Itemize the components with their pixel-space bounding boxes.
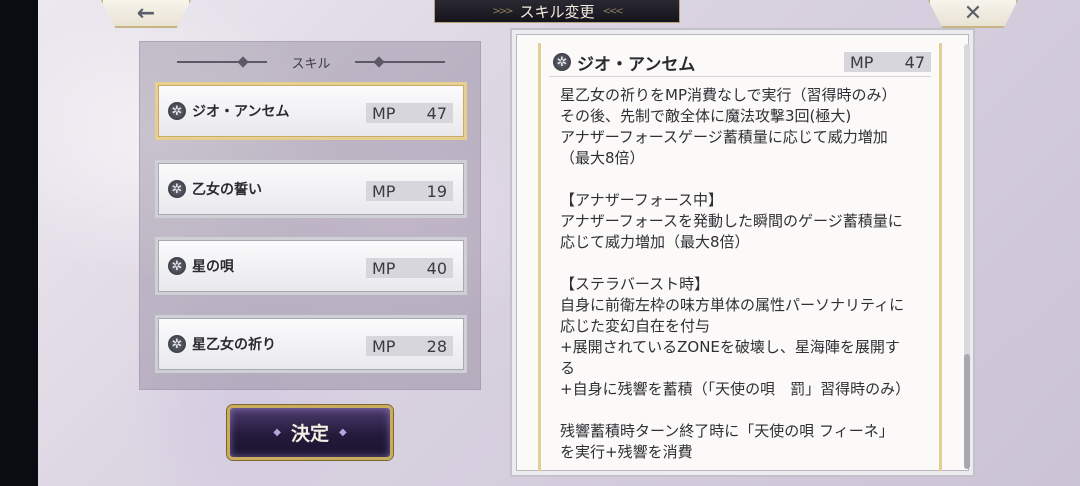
confirm-ornament-right-icon: ◆	[339, 427, 347, 438]
description-line	[560, 400, 935, 421]
skill-name: 乙女の誓い	[192, 182, 262, 198]
skill-item-star-song[interactable]: ✲ 星の唄 MP 40	[155, 237, 467, 295]
title-bar: >>> スキル変更 <<<	[434, 0, 680, 23]
skill-name: 星乙女の祈り	[192, 337, 276, 353]
screen-edge	[0, 0, 38, 486]
mp-value: 28	[426, 336, 447, 356]
description-line	[560, 169, 935, 190]
mp-value: 40	[426, 258, 447, 278]
description-line: を実行+残響を消費	[560, 443, 693, 461]
detail-scrollbar[interactable]	[964, 44, 970, 469]
header-ornament-right-icon	[354, 61, 445, 63]
back-arrow-icon: ←	[136, 0, 156, 26]
confirm-label: 決定	[290, 423, 329, 445]
description-line	[560, 253, 935, 274]
description-line: アナザーフォースゲージ蓄積量に応じて威力増加	[560, 128, 888, 146]
mp-value: 19	[426, 181, 447, 201]
mp-cost: MP 28	[366, 336, 453, 356]
skill-emblem-icon: ✲	[168, 257, 186, 275]
description-line: +自身に残響を蓄積（「天使の唄 罰」習得時のみ）	[560, 380, 911, 398]
mp-label: MP	[372, 336, 396, 356]
confirm-ornament-left-icon: ◆	[273, 427, 281, 438]
mp-cost: MP 19	[366, 181, 453, 201]
skill-panel: スキル ✲ ジオ・アンセム MP 47 ✲ 乙女の誓い MP 19 ✲ 星の唄 …	[139, 41, 481, 390]
description-line: その後、先制で敵全体に魔法攻撃3回(極大)	[560, 107, 852, 125]
skill-emblem-icon: ✲	[168, 102, 186, 120]
mp-label: MP	[372, 103, 396, 123]
mp-label: MP	[850, 52, 874, 72]
mp-cost: MP 47	[366, 103, 453, 123]
detail-mp-cost: MP 47	[844, 52, 931, 72]
title-ornament-right-icon: <<<	[602, 5, 624, 17]
skill-name: 星の唄	[192, 259, 234, 275]
skill-panel-title: スキル	[291, 56, 331, 72]
back-button[interactable]: ←	[101, 0, 191, 28]
detail-skill-name: ジオ・アンセム	[577, 54, 696, 75]
description-line: 自身に前衛左枠の味方単体の属性パーソナリティに	[560, 296, 905, 314]
mp-label: MP	[372, 258, 396, 278]
description-line: 応じて威力増加（最大8倍）	[560, 233, 750, 251]
close-button[interactable]: ✕	[928, 0, 1018, 28]
detail-header: ✲ ジオ・アンセム MP 47	[541, 47, 939, 77]
description-line: 残響蓄積時ターン終了時に「天使の唄 フィーネ」	[560, 422, 894, 440]
page-title: スキル変更	[519, 2, 595, 21]
description-line: +展開されているZONEを破壊し、星海陣を展開す	[560, 338, 900, 356]
description-line: 【アナザーフォース中】	[560, 191, 724, 209]
scrollbar-thumb[interactable]	[964, 354, 970, 469]
mp-value: 47	[426, 103, 447, 123]
description-line: アナザーフォースを発動した瞬間のゲージ蓄積量に	[560, 212, 903, 230]
detail-content[interactable]: ✲ ジオ・アンセム MP 47 星乙女の祈りをMP消費なしで実行（習得時のみ） そ…	[538, 43, 942, 471]
description-line: る	[560, 359, 576, 377]
skill-item-star-maiden-prayer[interactable]: ✲ 星乙女の祈り MP 28	[155, 315, 467, 373]
skill-item-geo-anthem[interactable]: ✲ ジオ・アンセム MP 47	[155, 82, 467, 140]
description-line: 星乙女の祈りをMP消費なしで実行（習得時のみ）	[560, 86, 897, 104]
skill-name: ジオ・アンセム	[192, 104, 290, 120]
skill-emblem-icon: ✲	[553, 53, 571, 71]
header-divider	[549, 76, 931, 77]
skill-detail-panel: ✲ ジオ・アンセム MP 47 星乙女の祈りをMP消費なしで実行（習得時のみ） そ…	[510, 28, 975, 477]
skill-emblem-icon: ✲	[168, 335, 186, 353]
mp-label: MP	[372, 181, 396, 201]
title-ornament-left-icon: >>>	[492, 5, 513, 17]
skill-panel-header: スキル	[140, 52, 482, 72]
description-line: 応じた変幻自在を付与	[560, 317, 711, 335]
description-line: 【ステラバースト時】	[560, 275, 710, 293]
skill-description: 星乙女の祈りをMP消費なしで実行（習得時のみ） その後、先制で敵全体に魔法攻撃3回…	[560, 85, 935, 463]
mp-value: 47	[904, 52, 925, 72]
close-icon: ✕	[963, 0, 983, 26]
description-line: （最大8倍）	[560, 149, 645, 167]
confirm-button[interactable]: ◆ 決定 ◆	[227, 405, 393, 460]
header-ornament-left-icon	[177, 61, 268, 63]
skill-item-maiden-vow[interactable]: ✲ 乙女の誓い MP 19	[155, 160, 467, 218]
mp-cost: MP 40	[366, 258, 453, 278]
skill-emblem-icon: ✲	[168, 180, 186, 198]
